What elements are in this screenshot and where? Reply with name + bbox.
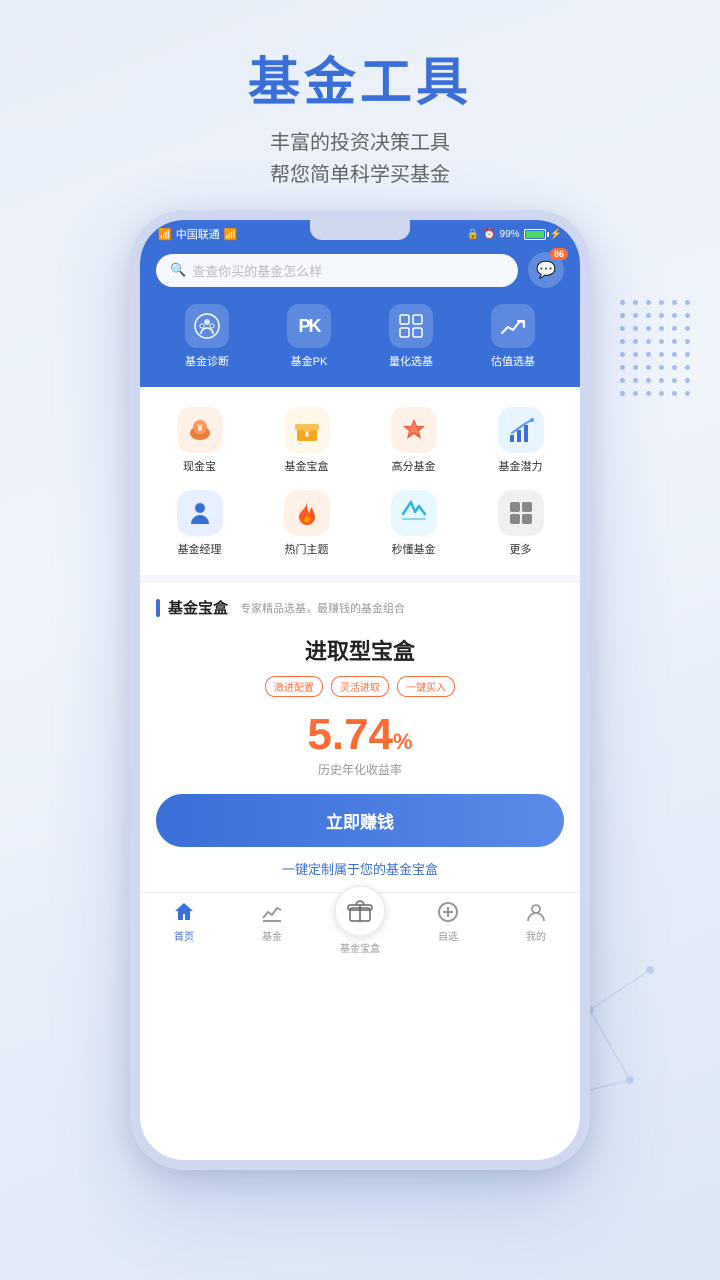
tool-label-quant: 量化选基 [389,353,433,369]
icon-more [498,490,544,536]
customize-link[interactable]: 一键定制属于您的基金宝盒 [156,859,564,878]
icon-hot [284,490,330,536]
icon-label-more: 更多 [510,541,532,557]
page-header: 基金工具 丰富的投资决策工具 帮您简单科学买基金 [0,0,720,211]
card-box-title: 进取型宝盒 [156,634,564,666]
tool-item-quant[interactable]: 量化选基 [360,300,462,373]
icon-row-2: 基金经理 热门主题 [148,484,572,563]
nav-icon-fund [259,899,285,925]
tool-label-pk: 基金PK [291,353,328,369]
tag-1: 灵活进取 [331,676,389,697]
icon-item-cash[interactable]: ¥ 现金宝 [148,401,251,480]
nav-icon-box [334,885,386,937]
nav-icon-watchlist [435,899,461,925]
notification-count: 86 [550,248,568,260]
nav-item-fund[interactable]: 基金 [228,899,316,969]
tool-icon-value [491,304,535,348]
nav-icon-mine [523,899,549,925]
search-placeholder: 查查你买的基金怎么样 [192,261,504,280]
icon-manager [177,490,223,536]
nav-label-mine: 我的 [526,928,546,943]
tag-0: 激进配置 [265,676,323,697]
tag-2: 一键买入 [397,676,455,697]
nav-label-home: 首页 [174,928,194,943]
icon-label-cash: 现金宝 [183,458,216,474]
phone-mockup: 📶 中国联通 📶 15:11 🔒 ⏰ 99% ⚡ 🔍 查查你买的基金怎么样 [130,210,590,1170]
icon-item-manager[interactable]: 基金经理 [148,484,251,563]
yield-number: 5.74% [156,713,564,757]
tool-item-value[interactable]: 估值选基 [462,300,564,373]
icon-menu: ¥ 现金宝 ¥ 基金宝盒 [140,387,580,575]
page-subtitle: 丰富的投资决策工具 帮您简单科学买基金 [20,127,700,191]
icon-item-highscore[interactable]: 高分基金 [362,401,465,480]
tool-label-value: 估值选基 [491,353,535,369]
status-battery: 🔒 ⏰ 99% ⚡ [467,229,562,240]
icon-row-1: ¥ 现金宝 ¥ 基金宝盒 [148,401,572,480]
status-carrier: 📶 中国联通 📶 [158,226,237,242]
tool-item-pk[interactable]: PK 基金PK [258,300,360,373]
cta-button[interactable]: 立即赚钱 [156,794,564,847]
search-icon: 🔍 [170,262,186,278]
svg-text:¥: ¥ [197,423,202,433]
icon-item-box[interactable]: ¥ 基金宝盒 [255,401,358,480]
nav-item-home[interactable]: 首页 [140,899,228,969]
section-jiajinbaohé: 基金宝盒 专家精品选基，最赚钱的基金组合 进取型宝盒 激进配置 灵活进取 一键买… [140,583,580,892]
tool-icon-diagnosis [185,304,229,348]
phone-notch [310,220,410,240]
nav-label-box: 基金宝盒 [340,940,380,955]
icon-label-quick: 秒懂基金 [392,541,436,557]
app-header: 🔍 查查你买的基金怎么样 💬 86 [140,244,580,387]
section-title-row: 基金宝盒 专家精品选基，最赚钱的基金组合 [156,597,564,618]
nav-item-box[interactable]: 基金宝盒 [316,885,404,955]
section-sub-title: 专家精品选基，最赚钱的基金组合 [240,600,405,616]
tag-row: 激进配置 灵活进取 一键买入 [156,676,564,697]
icon-item-quick[interactable]: 秒懂基金 [362,484,465,563]
section-bar [156,599,160,617]
section-main-title: 基金宝盒 [168,597,228,618]
nav-item-watchlist[interactable]: 自选 [404,899,492,969]
tool-icon-quant [389,304,433,348]
tool-icon-pk: PK [287,304,331,348]
page-title: 基金工具 [20,40,700,115]
icon-item-hot[interactable]: 热门主题 [255,484,358,563]
yield-label: 历史年化收益率 [156,761,564,778]
tool-item-diagnosis[interactable]: 基金诊断 [156,300,258,373]
svg-text:¥: ¥ [304,429,309,439]
icon-box: ¥ [284,407,330,453]
nav-label-fund: 基金 [262,928,282,943]
nav-item-mine[interactable]: 我的 [492,899,580,969]
nav-icon-home [171,899,197,925]
tool-label-diagnosis: 基金诊断 [185,353,229,369]
icon-label-manager: 基金经理 [178,541,222,557]
bottom-nav: 首页 基金 [140,892,580,977]
icon-cash: ¥ [177,407,223,453]
icon-label-box: 基金宝盒 [285,458,329,474]
icon-potential [498,407,544,453]
icon-label-hot: 热门主题 [285,541,329,557]
icon-label-potential: 基金潜力 [499,458,543,474]
search-bar[interactable]: 🔍 查查你买的基金怎么样 [156,254,518,287]
notification-button[interactable]: 💬 86 [528,252,564,288]
icon-highscore [391,407,437,453]
nav-label-watchlist: 自选 [438,928,458,943]
icon-item-more[interactable]: 更多 [469,484,572,563]
icon-label-highscore: 高分基金 [392,458,436,474]
tool-grid: 基金诊断 PK 基金PK [156,300,564,373]
icon-item-potential[interactable]: 基金潜力 [469,401,572,480]
icon-quick [391,490,437,536]
